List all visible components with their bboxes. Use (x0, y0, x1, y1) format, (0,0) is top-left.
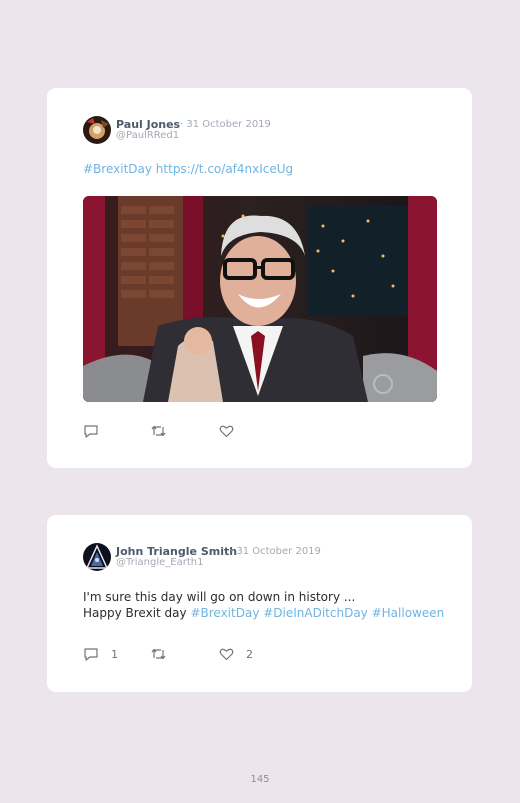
user-handle[interactable]: @PaulRRed1 (116, 130, 179, 141)
hashtag-link[interactable]: #BrexitDay (83, 162, 152, 176)
retweet-button[interactable] (150, 424, 179, 438)
like-button[interactable] (219, 424, 246, 438)
like-count: 2 (246, 647, 253, 661)
tweet-date[interactable]: · 31 October 2019 (180, 119, 271, 130)
retweet-button[interactable] (150, 647, 179, 661)
reply-icon (83, 424, 99, 438)
tweet-card: John Triangle Smith · 31 October 2019 @T… (47, 515, 472, 692)
avatar[interactable] (83, 543, 111, 571)
reply-button[interactable] (83, 424, 111, 438)
hashtag-links[interactable]: #BrexitDay #DieInADitchDay #Halloween (190, 606, 444, 620)
reply-count: 1 (111, 647, 118, 661)
like-icon (219, 424, 234, 438)
tweet-card: Paul Jones · 31 October 2019 @PaulRRed1 … (47, 88, 472, 468)
tweet-text-plain: Happy Brexit day (83, 605, 191, 620)
user-handle[interactable]: @Triangle_Earth1 (116, 557, 203, 568)
like-button[interactable]: 2 (219, 647, 253, 661)
reply-icon (83, 647, 99, 661)
page-number: 145 (250, 774, 270, 785)
retweet-icon (150, 647, 167, 661)
tweet-date[interactable]: · 31 October 2019 (230, 546, 321, 557)
retweet-icon (150, 424, 167, 438)
tweet-text-line: Happy Brexit day #BrexitDay #DieInADitch… (83, 606, 444, 622)
url-link[interactable]: https://t.co/af4nxIceUg (156, 162, 293, 176)
avatar[interactable] (83, 116, 111, 144)
tweet-media[interactable] (83, 196, 437, 402)
tweet-text: #BrexitDay https://t.co/af4nxIceUg (83, 162, 293, 178)
like-icon (219, 647, 234, 661)
tweet-text: I'm sure this day will go on down in his… (83, 590, 444, 621)
tweet-text-line: I'm sure this day will go on down in his… (83, 590, 356, 604)
reply-button[interactable]: 1 (83, 647, 118, 661)
